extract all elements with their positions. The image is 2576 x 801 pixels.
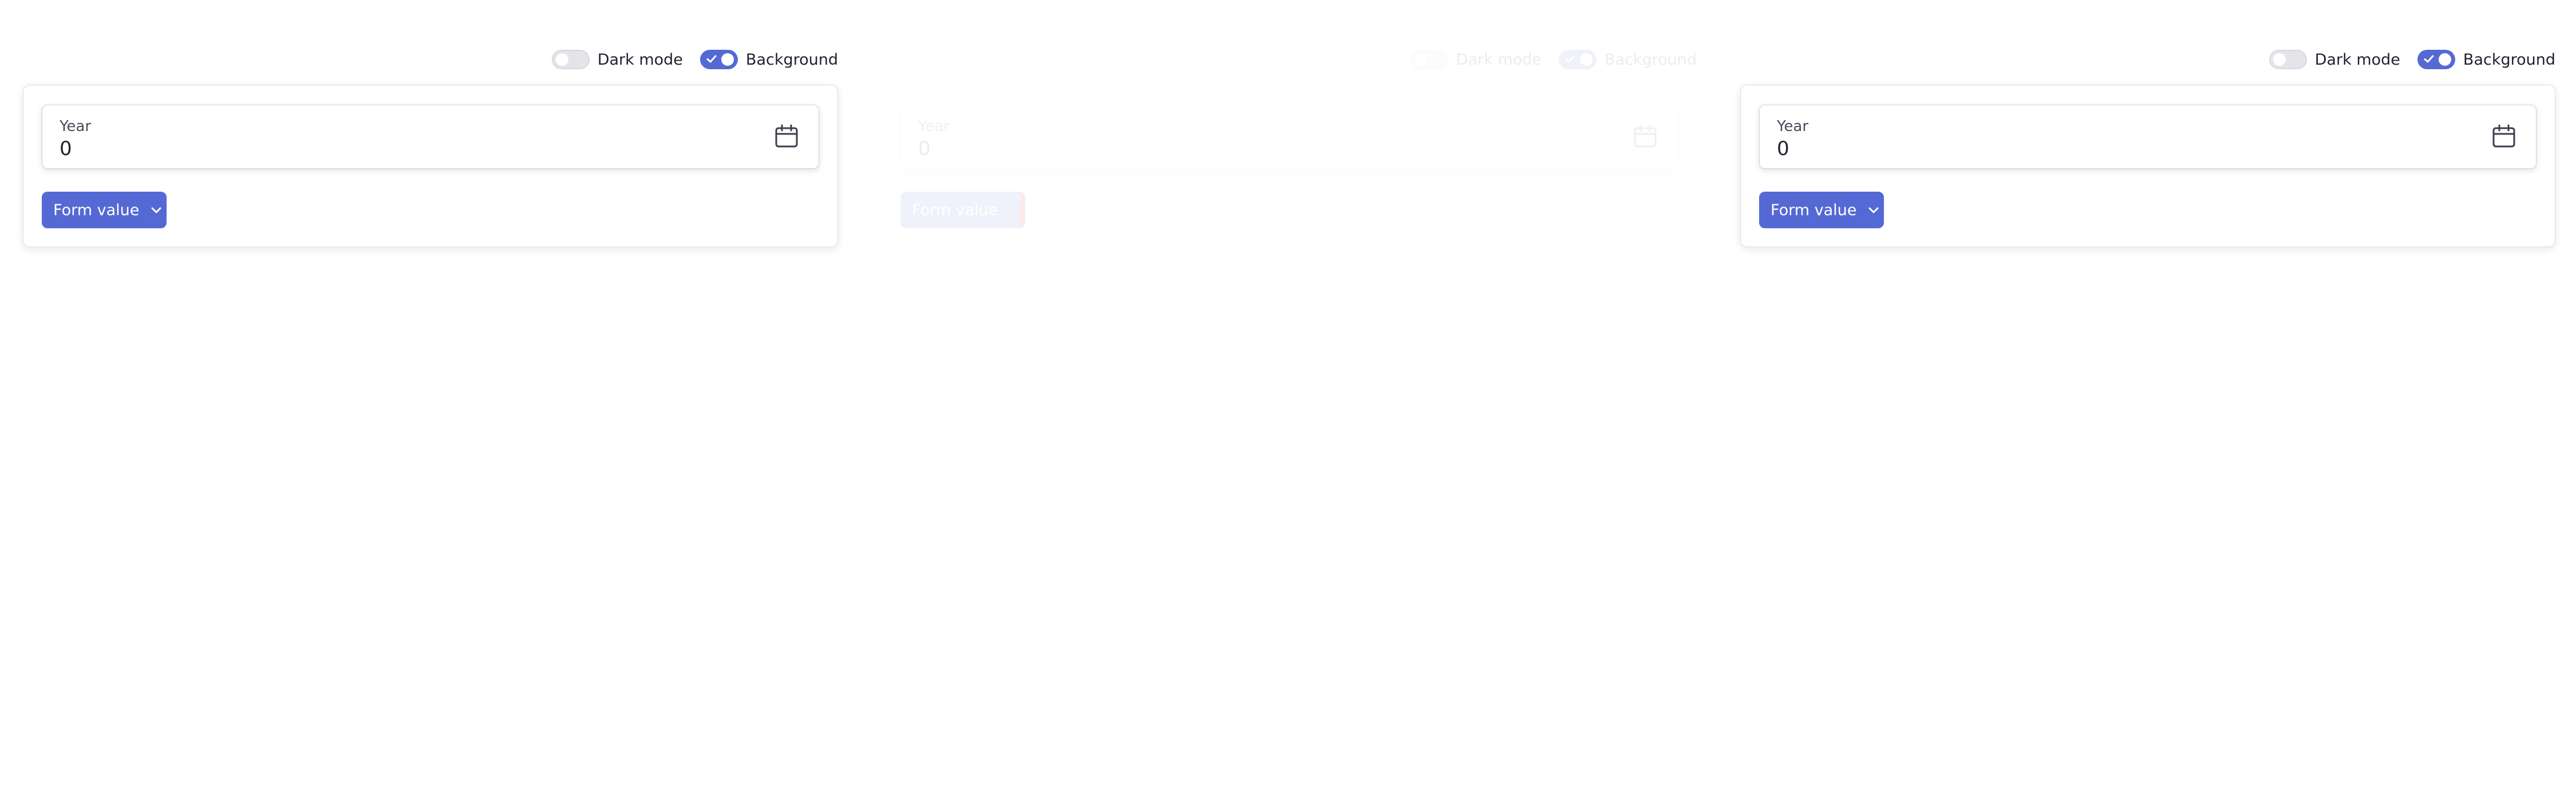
- calendar-icon[interactable]: [2491, 124, 2516, 149]
- check-icon: [2424, 55, 2434, 63]
- switch-knob: [721, 53, 734, 66]
- year-field-value[interactable]: 0: [918, 137, 931, 160]
- background-toggle-group: Background: [2417, 50, 2555, 69]
- check-icon: [1565, 55, 1575, 63]
- switch-knob: [1414, 53, 1427, 66]
- dark-mode-switch[interactable]: [551, 50, 590, 69]
- form-card: Year 0 Form value: [23, 85, 838, 247]
- calendar-icon[interactable]: [774, 124, 799, 149]
- dark-mode-toggle-group: Dark mode: [1410, 50, 1542, 69]
- preview-panel-1: Dark mode Background Year 0 Form value: [0, 0, 859, 801]
- year-field-label: Year: [1777, 118, 1809, 135]
- switch-knob: [2273, 53, 2286, 66]
- calendar-icon[interactable]: [1633, 124, 1658, 149]
- year-field-value[interactable]: 0: [60, 137, 72, 160]
- form-card: Year 0 Form value: [882, 85, 1697, 247]
- chevron-down-icon: [1868, 207, 1879, 213]
- preview-panel-2: Dark mode Background Year 0 Form value: [859, 0, 1717, 801]
- background-switch[interactable]: [700, 50, 738, 69]
- chevron-down-icon: [151, 207, 161, 213]
- background-switch[interactable]: [1558, 50, 1597, 69]
- year-field-value[interactable]: 0: [1777, 137, 1789, 160]
- year-field[interactable]: Year 0: [1759, 105, 2537, 169]
- background-label: Background: [2463, 50, 2555, 69]
- switch-knob: [555, 53, 568, 66]
- form-value-button[interactable]: Form value: [42, 192, 167, 228]
- chevron-down-icon: [1010, 208, 1018, 213]
- form-value-button-label: Form value: [1771, 201, 1857, 219]
- dark-mode-label: Dark mode: [597, 50, 683, 69]
- form-card: Year 0 Form value: [1740, 85, 2555, 247]
- switch-knob: [2438, 53, 2451, 66]
- form-value-button[interactable]: Form value: [900, 192, 1025, 228]
- background-toggle-group: Background: [1558, 50, 1697, 69]
- dark-mode-label: Dark mode: [1456, 50, 1542, 69]
- dark-mode-switch[interactable]: [1410, 50, 1448, 69]
- dark-mode-toggle-group: Dark mode: [2269, 50, 2400, 69]
- year-field-label: Year: [918, 118, 950, 135]
- background-switch[interactable]: [2417, 50, 2455, 69]
- form-value-button-label: Form value: [912, 201, 998, 219]
- toolbar: Dark mode Background: [535, 48, 838, 71]
- form-value-button-label: Form value: [53, 201, 140, 219]
- toolbar: Dark mode Background: [2252, 48, 2555, 71]
- dark-mode-switch[interactable]: [2269, 50, 2307, 69]
- background-toggle-group: Background: [700, 50, 838, 69]
- background-label: Background: [745, 50, 838, 69]
- year-field-label: Year: [60, 118, 92, 135]
- background-label: Background: [1604, 50, 1697, 69]
- form-value-button[interactable]: Form value: [1759, 192, 1884, 228]
- dark-mode-label: Dark mode: [2314, 50, 2400, 69]
- year-field[interactable]: Year 0: [42, 105, 819, 169]
- toolbar: Dark mode Background: [1393, 48, 1697, 71]
- year-field[interactable]: Year 0: [900, 105, 1678, 169]
- switch-knob: [1579, 53, 1593, 66]
- check-icon: [706, 55, 717, 63]
- preview-panel-3: Dark mode Background Year 0 Form value: [1717, 0, 2576, 801]
- dark-mode-toggle-group: Dark mode: [551, 50, 683, 69]
